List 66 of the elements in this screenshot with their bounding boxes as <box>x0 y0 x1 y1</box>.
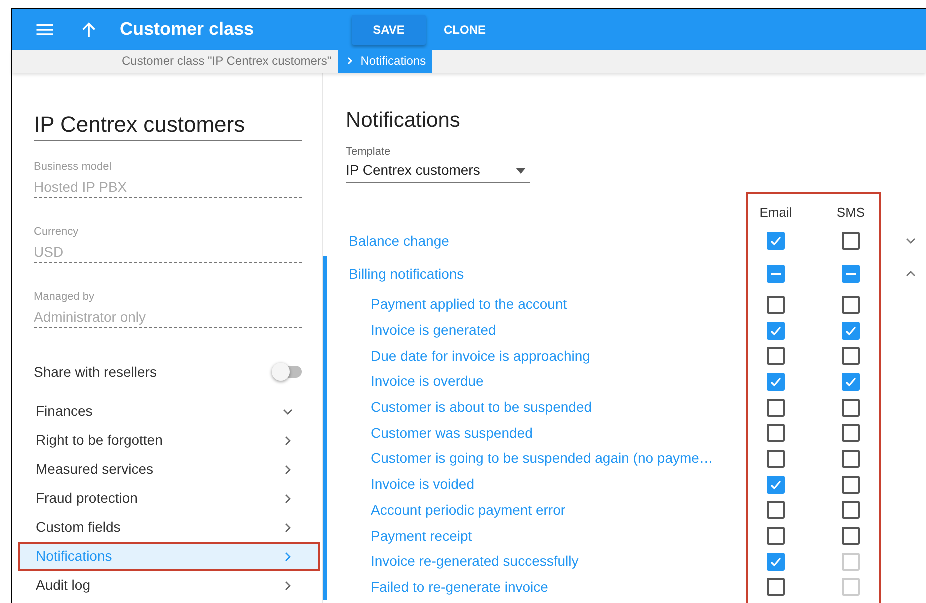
field-label: Currency <box>34 226 80 238</box>
field-label: Template <box>346 145 392 159</box>
caret-icon <box>516 168 526 174</box>
checkbox[interactable] <box>842 296 860 314</box>
checkbox[interactable] <box>842 424 860 442</box>
checkbox[interactable] <box>767 424 785 442</box>
sidebar-item[interactable]: Fraud protection <box>18 484 320 513</box>
checkbox[interactable] <box>842 347 860 366</box>
notification-link[interactable]: Customer was suspended <box>327 422 746 444</box>
section-title: Notifications <box>345 108 462 134</box>
checkbox[interactable] <box>842 527 860 546</box>
notification-link[interactable]: Invoice is generated <box>327 320 746 342</box>
notification-link[interactable]: Balance change <box>323 230 746 252</box>
checkbox[interactable] <box>767 552 785 571</box>
name-title: IP Centrex customers <box>34 110 302 141</box>
column-header: SMS <box>836 204 866 222</box>
notification-link[interactable]: Customer is about to be suspended <box>327 397 746 418</box>
checkbox[interactable] <box>767 372 785 391</box>
sidebar-item[interactable]: Notifications <box>18 542 320 571</box>
notification-link[interactable]: Invoice is voided <box>327 474 746 496</box>
sidebar-item[interactable]: Finances <box>18 397 320 426</box>
sidebar-item[interactable]: Audit log <box>18 571 320 600</box>
checkbox[interactable] <box>842 476 860 494</box>
toggle-switch[interactable] <box>272 362 302 382</box>
checkbox[interactable] <box>767 450 785 468</box>
page-title: Customer class <box>120 18 256 41</box>
field-label: Business model <box>34 161 113 173</box>
checkbox[interactable] <box>842 232 860 250</box>
checkbox[interactable] <box>767 347 785 366</box>
notification-link[interactable]: Account periodic payment error <box>327 500 746 521</box>
column-header: Email <box>760 204 792 222</box>
notification-link[interactable]: Invoice re-generated successfully <box>327 551 746 572</box>
notification-link[interactable]: Payment applied to the account <box>327 294 746 316</box>
notification-link[interactable]: Payment receipt <box>327 526 746 547</box>
breadcrumb-item[interactable]: Customer class "IP Centrex customers" <box>122 52 336 73</box>
field-value: USD <box>34 243 65 262</box>
sidebar-item[interactable]: Right to be forgotten <box>18 426 320 455</box>
checkbox[interactable] <box>767 578 785 596</box>
checkbox[interactable] <box>842 398 860 417</box>
checkbox[interactable] <box>842 450 860 468</box>
checkbox[interactable] <box>842 322 860 340</box>
share-label: Share with resellers <box>34 362 157 382</box>
notification-link[interactable]: Failed to re-generate invoice <box>327 576 746 598</box>
header-button[interactable]: CLONE <box>428 14 502 44</box>
sidebar-item[interactable]: Measured services <box>18 455 320 484</box>
notification-link[interactable]: Invoice is overdue <box>327 371 746 392</box>
checkbox[interactable] <box>767 501 785 520</box>
checkbox[interactable] <box>842 501 860 520</box>
checkmark-icon <box>769 234 783 248</box>
notification-link[interactable]: Customer is going to be suspended again (no payme… <box>327 448 746 470</box>
field-value: Hosted IP PBX <box>34 178 128 197</box>
checkbox[interactable] <box>842 372 860 391</box>
checkbox[interactable] <box>767 476 785 494</box>
field-value: Administrator only <box>34 308 148 327</box>
sidebar-item[interactable]: Custom fields <box>18 513 320 542</box>
checkbox[interactable] <box>767 527 785 546</box>
checkbox[interactable] <box>767 322 785 340</box>
checkbox[interactable] <box>767 296 785 314</box>
notification-link[interactable]: Billing notifications <box>327 264 746 284</box>
checkbox[interactable] <box>767 398 785 417</box>
template-select[interactable]: IP Centrex customers <box>346 159 530 183</box>
breadcrumb-item[interactable]: Notifications <box>338 49 432 73</box>
field-label: Managed by <box>34 291 96 303</box>
notification-link[interactable]: Due date for invoice is approaching <box>327 346 746 367</box>
checkbox[interactable] <box>767 232 785 250</box>
header-button[interactable]: SAVE <box>352 14 426 44</box>
